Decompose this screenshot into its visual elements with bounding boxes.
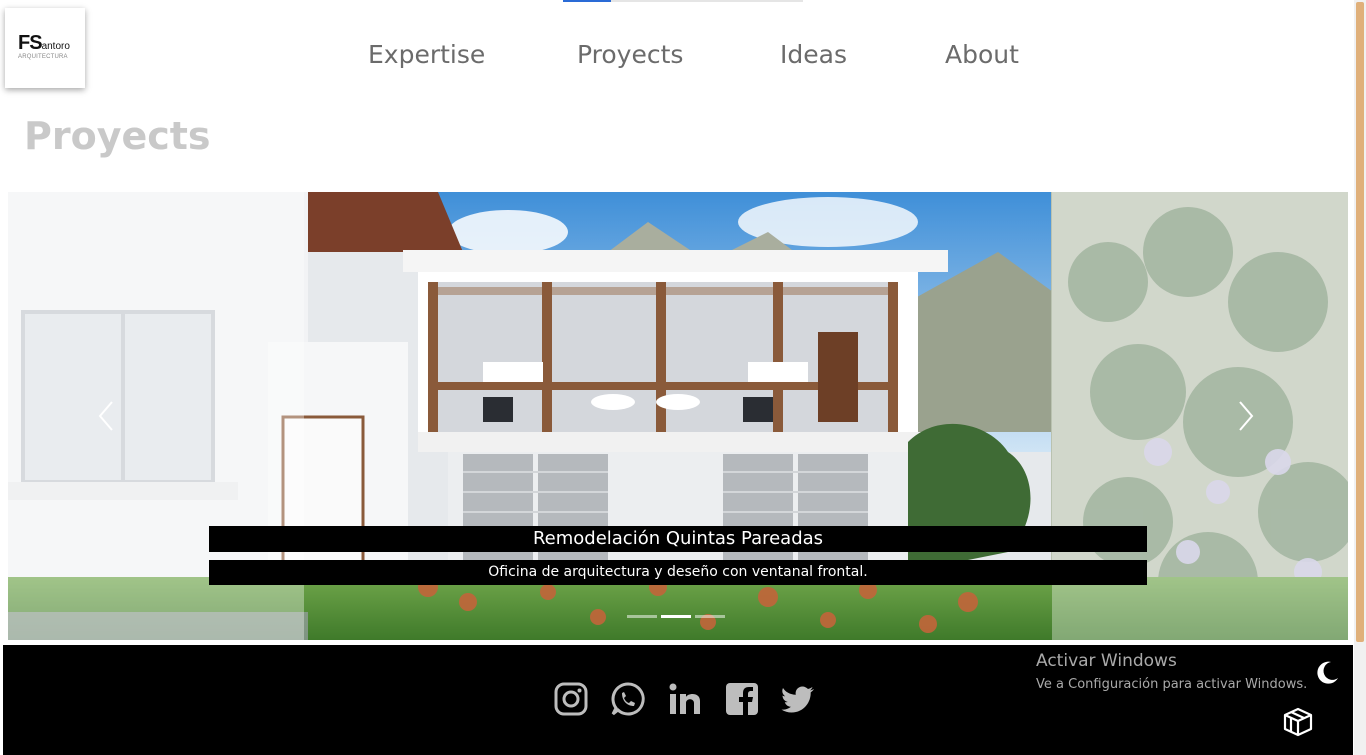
main-nav: Expertise Proyects Ideas About	[0, 40, 1366, 74]
cube-icon[interactable]	[1281, 703, 1315, 737]
carousel-indicator-active[interactable]	[661, 615, 691, 618]
slide-caption-text: Oficina de arquitectura y deseño con ven…	[209, 560, 1147, 585]
top-progress-bar	[563, 0, 803, 2]
project-carousel[interactable]: Remodelación Quintas Pareadas Oficina de…	[8, 192, 1348, 640]
scrollbar-thumb[interactable]	[1356, 2, 1364, 642]
nav-item-about[interactable]: About	[945, 40, 1019, 69]
chevron-left-icon	[98, 401, 113, 431]
carousel-next-button[interactable]	[1208, 192, 1288, 640]
top-progress-fill	[563, 0, 611, 2]
nav-item-proyects[interactable]: Proyects	[577, 40, 683, 69]
carousel-indicator[interactable]	[627, 615, 657, 618]
carousel-indicator[interactable]	[695, 615, 725, 618]
linkedin-icon[interactable]	[667, 681, 703, 717]
whatsapp-icon[interactable]	[610, 681, 646, 717]
page-title: Proyects	[24, 114, 211, 158]
windows-activation-subtitle: Ve a Configuración para activar Windows.	[1036, 677, 1308, 692]
twitter-icon[interactable]	[781, 681, 817, 717]
nav-item-ideas[interactable]: Ideas	[780, 40, 847, 69]
nav-item-expertise[interactable]: Expertise	[368, 40, 485, 69]
slide-caption-title: Remodelación Quintas Pareadas	[209, 526, 1147, 552]
instagram-icon[interactable]	[553, 681, 589, 717]
chevron-right-icon	[1239, 401, 1254, 431]
windows-activation-title: Activar Windows	[1036, 651, 1177, 671]
page: FSantoro ARQUITECTURA Expertise Proyects…	[0, 0, 1366, 755]
moon-icon[interactable]	[1313, 659, 1341, 687]
facebook-icon[interactable]	[724, 681, 760, 717]
page-scrollbar[interactable]	[1354, 0, 1366, 755]
footer: Activar Windows Ve a Configuración para …	[3, 645, 1353, 755]
carousel-prev-button[interactable]	[68, 192, 148, 640]
carousel-indicators	[627, 615, 729, 618]
